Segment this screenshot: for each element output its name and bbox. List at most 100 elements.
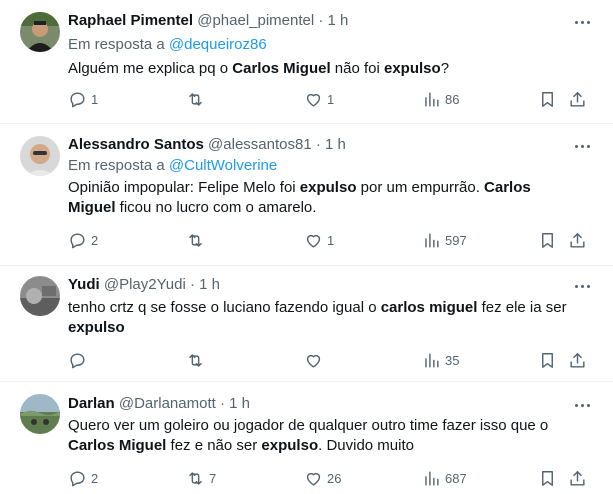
views-count: 86 bbox=[445, 91, 460, 107]
share-icon bbox=[570, 470, 585, 486]
text-segment: não foi bbox=[330, 60, 384, 77]
share-icon bbox=[570, 91, 585, 107]
views-icon bbox=[425, 232, 439, 248]
reply-count: 1 bbox=[91, 91, 99, 107]
bookmark-button[interactable] bbox=[538, 468, 557, 488]
views-button[interactable]: 687 bbox=[422, 468, 467, 488]
avatar[interactable] bbox=[20, 394, 60, 434]
share-button[interactable] bbox=[568, 230, 587, 250]
more-icon[interactable] bbox=[571, 395, 593, 415]
more-icon[interactable] bbox=[571, 136, 593, 156]
reply-icon bbox=[70, 352, 85, 368]
author-name[interactable]: Alessandro Santos bbox=[68, 136, 204, 153]
avatar[interactable] bbox=[20, 12, 60, 52]
like-button[interactable] bbox=[304, 350, 327, 370]
reply-context: Em resposta a @dequeiroz86 bbox=[68, 35, 267, 55]
heart-icon bbox=[306, 93, 321, 107]
text-segment: Alguém me explica pq o bbox=[68, 60, 233, 77]
reply-button[interactable]: 2 bbox=[68, 230, 98, 250]
tweet[interactable]: Yudi @Play2Yudi · 1 h tenho crtz q se fo… bbox=[0, 266, 613, 382]
tweet-text-line: Quero ver um goleiro ou jogador de qualq… bbox=[68, 416, 588, 436]
reply-context: Em resposta a @CultWolverine bbox=[68, 156, 277, 176]
bookmark-icon bbox=[542, 470, 553, 486]
tweet-header: Yudi @Play2Yudi · 1 h bbox=[68, 275, 220, 295]
tweet-text-line: Alguém me explica pq o Carlos Miguel não… bbox=[68, 59, 588, 79]
separator-dot: · bbox=[219, 395, 225, 412]
author-handle[interactable]: @alessantos81 bbox=[208, 136, 312, 153]
author-name[interactable]: Darlan bbox=[68, 395, 115, 412]
tweet[interactable]: Alessandro Santos @alessantos81 · 1 h Em… bbox=[0, 124, 613, 266]
reply-button[interactable]: 1 bbox=[68, 89, 98, 109]
tweet-text: tenho crtz q se fosse o luciano fazendo … bbox=[68, 298, 588, 338]
text-segment: Quero ver um goleiro ou jogador de qualq… bbox=[68, 417, 549, 434]
reply-mention-link[interactable]: @dequeiroz86 bbox=[169, 36, 267, 53]
tweet-text-line: expulso bbox=[68, 318, 588, 338]
share-icon bbox=[570, 232, 585, 248]
author-name[interactable]: Yudi bbox=[68, 276, 100, 293]
tweet[interactable]: Raphael Pimentel @phael_pimentel · 1 h E… bbox=[0, 0, 613, 124]
highlighted-keyword: carlos miguel bbox=[380, 299, 478, 316]
text-segment: Opinião impopular: Felipe Melo foi bbox=[68, 179, 300, 196]
views-count: 597 bbox=[445, 232, 467, 248]
author-handle[interactable]: @Darlanamott bbox=[119, 395, 216, 412]
highlighted-keyword: expulso bbox=[299, 179, 357, 196]
heart-icon bbox=[306, 234, 321, 248]
avatar[interactable] bbox=[20, 276, 60, 316]
timestamp[interactable]: 1 h bbox=[229, 395, 250, 412]
tweet-text-line: Miguel ficou no lucro com o amarelo. bbox=[68, 198, 588, 218]
views-icon bbox=[425, 91, 439, 107]
share-icon bbox=[570, 352, 585, 368]
views-button[interactable]: 86 bbox=[422, 89, 459, 109]
author-name[interactable]: Raphael Pimentel bbox=[68, 12, 193, 29]
text-segment: fez e não ser bbox=[166, 437, 262, 454]
like-button[interactable]: 26 bbox=[304, 468, 341, 488]
highlighted-keyword: Carlos Miguel bbox=[68, 437, 167, 454]
tweet-text-line: tenho crtz q se fosse o luciano fazendo … bbox=[68, 298, 588, 318]
share-button[interactable] bbox=[568, 468, 587, 488]
action-bar: 2 7 26 687 bbox=[60, 468, 600, 488]
retweet-button[interactable] bbox=[186, 230, 209, 250]
retweet-button[interactable] bbox=[186, 89, 209, 109]
highlighted-keyword: expulso bbox=[68, 319, 125, 336]
views-icon bbox=[425, 352, 439, 368]
text-segment: tenho crtz q se fosse o luciano fazendo … bbox=[68, 299, 381, 316]
author-handle[interactable]: @Play2Yudi bbox=[104, 276, 186, 293]
action-bar: 35 bbox=[60, 350, 600, 370]
more-icon[interactable] bbox=[571, 276, 593, 296]
author-handle[interactable]: @phael_pimentel bbox=[197, 12, 314, 29]
timestamp[interactable]: 1 h bbox=[325, 136, 346, 153]
views-button[interactable]: 597 bbox=[422, 230, 467, 250]
text-segment: fez ele ia ser bbox=[477, 299, 567, 316]
views-icon bbox=[425, 470, 439, 486]
retweet-icon bbox=[189, 353, 202, 367]
highlighted-keyword: expulso bbox=[384, 60, 441, 77]
bookmark-button[interactable] bbox=[538, 350, 557, 370]
retweet-icon bbox=[189, 92, 202, 106]
separator-dot: · bbox=[315, 136, 321, 153]
reply-prefix: Em resposta a bbox=[68, 36, 165, 53]
timestamp[interactable]: 1 h bbox=[199, 276, 220, 293]
views-count: 35 bbox=[445, 352, 460, 368]
share-button[interactable] bbox=[568, 350, 587, 370]
tweet-text: Opinião impopular: Felipe Melo foi expul… bbox=[68, 178, 588, 218]
like-button[interactable]: 1 bbox=[304, 89, 334, 109]
like-button[interactable]: 1 bbox=[304, 230, 334, 250]
text-segment: por um empurrão. bbox=[356, 179, 485, 196]
reply-mention-link[interactable]: @CultWolverine bbox=[169, 157, 277, 174]
views-button[interactable]: 35 bbox=[422, 350, 459, 370]
tweet-text: Quero ver um goleiro ou jogador de qualq… bbox=[68, 416, 588, 456]
bookmark-button[interactable] bbox=[538, 230, 557, 250]
retweet-button[interactable] bbox=[186, 350, 209, 370]
reply-button[interactable] bbox=[68, 350, 91, 370]
reply-icon bbox=[70, 232, 85, 248]
more-icon[interactable] bbox=[571, 12, 593, 32]
timestamp[interactable]: 1 h bbox=[328, 12, 349, 29]
retweet-button[interactable]: 7 bbox=[186, 468, 216, 488]
tweet-text-line: Opinião impopular: Felipe Melo foi expul… bbox=[68, 178, 588, 198]
reply-button[interactable]: 2 bbox=[68, 468, 98, 488]
share-button[interactable] bbox=[568, 89, 587, 109]
bookmark-button[interactable] bbox=[538, 89, 557, 109]
tweet[interactable]: Darlan @Darlanamott · 1 h Quero ver um g… bbox=[0, 382, 613, 494]
separator-dot: · bbox=[318, 12, 324, 29]
avatar[interactable] bbox=[20, 136, 60, 176]
